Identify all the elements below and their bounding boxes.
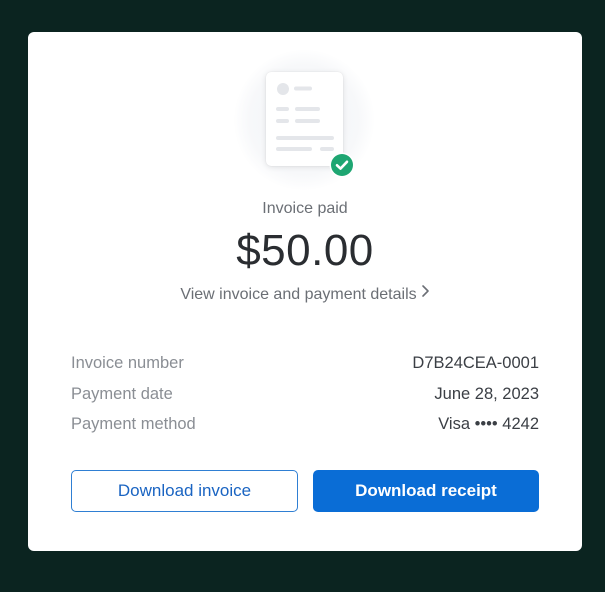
detail-row-payment-method: Payment method Visa •••• 4242 [71, 413, 539, 444]
detail-label: Payment method [71, 415, 196, 433]
download-receipt-button[interactable]: Download receipt [313, 470, 539, 512]
view-details-label: View invoice and payment details [180, 286, 417, 303]
detail-row-invoice-number: Invoice number D7B24CEA-0001 [71, 352, 539, 383]
invoice-status: Invoice paid [262, 200, 348, 217]
download-invoice-button[interactable]: Download invoice [71, 470, 298, 512]
invoice-amount: $50.00 [236, 226, 374, 275]
detail-value: June 28, 2023 [434, 384, 539, 403]
invoice-details-list: Invoice number D7B24CEA-0001 Payment dat… [71, 352, 539, 444]
detail-label: Invoice number [71, 354, 184, 372]
view-details-link[interactable]: View invoice and payment details [28, 284, 582, 304]
detail-value: Visa •••• 4242 [438, 415, 539, 433]
check-circle-icon [329, 152, 355, 178]
invoice-card: Invoice paid $50.00 View invoice and pay… [28, 32, 582, 551]
detail-value: D7B24CEA-0001 [412, 354, 539, 372]
detail-label: Payment date [71, 384, 173, 403]
chevron-right-icon [421, 284, 430, 303]
detail-row-payment-date: Payment date June 28, 2023 [71, 383, 539, 414]
